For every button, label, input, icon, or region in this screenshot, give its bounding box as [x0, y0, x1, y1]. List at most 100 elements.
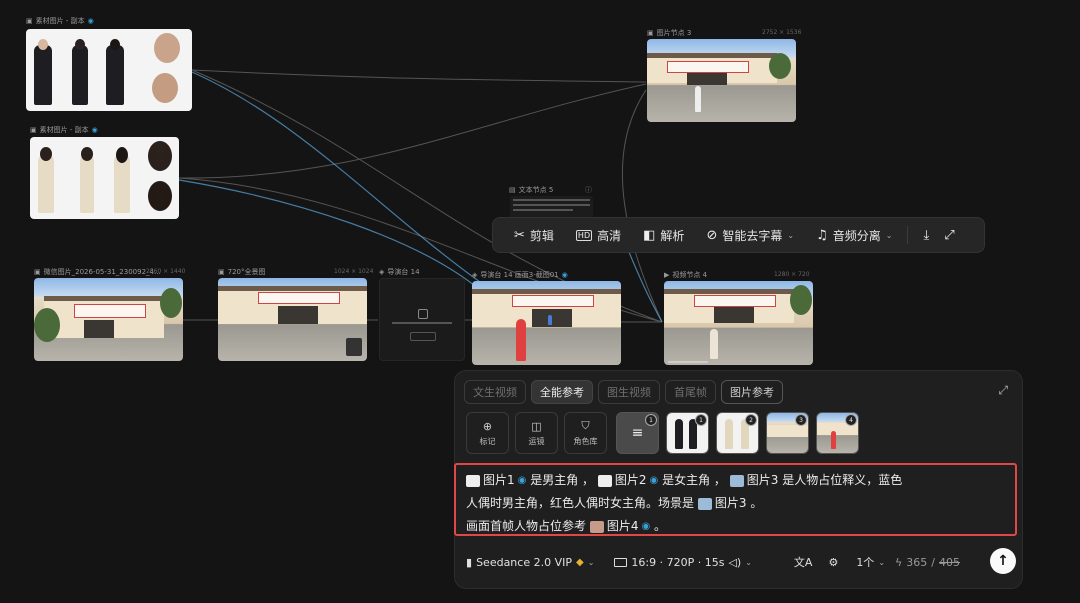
toolbar-divider: [907, 226, 909, 244]
verified-icon: ◉: [641, 521, 651, 532]
panorama-preview[interactable]: [218, 278, 367, 361]
thumb-icon: [729, 474, 744, 487]
model-selector[interactable]: ▮ Seedance 2.0 VIP ◆ ⌄: [466, 556, 594, 569]
female-reference-image[interactable]: [30, 137, 179, 219]
split-square-icon: ◧: [643, 227, 656, 243]
hd-icon: HD: [575, 229, 593, 241]
character-library-button[interactable]: ⛉ 角色库: [564, 412, 607, 454]
node-label-img-node3: ▣ 图片节点 3: [647, 29, 692, 37]
credit-cost: ϟ 365/405: [895, 555, 960, 569]
scissors-icon: ✂: [514, 227, 525, 243]
download-icon: ⤓: [923, 227, 930, 243]
chevron-down-icon: ⌄: [587, 557, 595, 567]
chevron-down-icon: ⌄: [878, 557, 886, 567]
prompt-editor[interactable]: 图片1 ◉ 是男主角 ， 图片2 ◉ 是女主角 ， 图片3 是人物占位释义，蓝色…: [454, 463, 1017, 536]
image-icon: ▣: [26, 17, 33, 25]
prompt-chip-image1[interactable]: 图片1 ◉: [466, 469, 526, 492]
generation-settings-bar: ▮ Seedance 2.0 VIP ◆ ⌄ 16:9 · 720P · 15s…: [466, 551, 1016, 573]
node-dim-panorama: 1024 × 1024: [334, 268, 374, 275]
stage-icon: ◈: [472, 271, 478, 279]
hd-button[interactable]: HD 高清: [565, 218, 632, 252]
audio-split-button[interactable]: ♫ 音频分离 ⌄: [805, 218, 903, 252]
reference-thumb-female[interactable]: 2: [716, 412, 759, 454]
video-spec-selector[interactable]: 16:9 · 720P · 15s ◁) ⌄: [614, 556, 752, 569]
chevron-down-icon: ⌄: [745, 557, 752, 567]
download-button[interactable]: ⤓: [912, 218, 940, 252]
verified-icon: ◉: [561, 271, 568, 279]
node-label-female-ref: ▣ 素材图片 - 副本 ◉: [30, 126, 98, 134]
expand-icon[interactable]: ⤢: [998, 383, 1008, 398]
chevron-down-icon: ⌄: [885, 230, 893, 240]
prompt-chip-image4[interactable]: 图片4 ◉: [589, 515, 651, 538]
verified-icon: ◉: [91, 126, 98, 134]
thumb-icon: [589, 520, 604, 533]
count-selector[interactable]: 1个 ⌄: [856, 554, 885, 570]
cube-icon: [418, 309, 428, 319]
node-label-director14: ◈ 导演台 14: [379, 268, 420, 276]
prompt-chip-image3[interactable]: 图片3: [729, 469, 778, 492]
mark-button[interactable]: ⊕ 标记: [466, 412, 509, 454]
reference-thumbnails: ≡ 1 1 2 3 4: [616, 412, 859, 454]
node-label-panorama: ▣ 720°全景图: [218, 268, 266, 276]
reference-thumb-text[interactable]: ≡ 1: [616, 412, 659, 454]
tab-omni-reference[interactable]: 全能参考: [531, 380, 593, 404]
speaker-icon: ◁): [728, 555, 742, 569]
image-node3-preview[interactable]: [647, 39, 796, 122]
settings-sliders-button[interactable]: ⚙: [828, 556, 838, 569]
node-dim-img-node3: 2752 × 1536: [762, 29, 802, 36]
fullscreen-button[interactable]: ⤢: [940, 218, 958, 252]
node-label-male-ref: ▣ 素材图片 - 副本 ◉: [26, 17, 94, 25]
analyze-button[interactable]: ◧ 解析: [632, 218, 695, 252]
thumb-icon: [697, 497, 712, 510]
aspect-ratio-icon: [614, 557, 628, 567]
tab-text-to-video[interactable]: 文生视频: [464, 380, 526, 404]
stage-icon: ◈: [379, 268, 385, 276]
director14-preview[interactable]: [379, 278, 465, 361]
mode-tabs: 文生视频 全能参考 图生视频 首尾帧 图片参考: [464, 380, 783, 404]
node-label-text-node5: ▤ 文本节点 5: [509, 186, 554, 194]
male-reference-image[interactable]: [26, 29, 192, 111]
arrow-up-icon: ↑: [997, 553, 1009, 569]
camera-move-button[interactable]: ◫ 运镜: [515, 412, 558, 454]
tool-buttons: ⊕ 标记 ◫ 运镜 ⛉ 角色库: [466, 412, 607, 454]
generate-submit-button[interactable]: ↑: [990, 548, 1016, 574]
info-icon: ⓘ: [585, 186, 592, 194]
prompt-chip-image2[interactable]: 图片2 ◉: [597, 469, 658, 492]
tab-image-to-video[interactable]: 图生视频: [598, 380, 660, 404]
remove-subtitles-button[interactable]: ⊘ 智能去字幕 ⌄: [695, 218, 805, 252]
wechat-image-preview[interactable]: [34, 278, 183, 361]
play-icon: ▶: [664, 271, 670, 279]
media-toolbar: ✂ 剪辑 HD 高清 ◧ 解析 ⊘ 智能去字幕 ⌄ ♫ 音频分离 ⌄ ⤓ ⤢: [492, 217, 985, 253]
video-node4-preview[interactable]: [664, 281, 813, 365]
thumb-icon: [597, 474, 612, 487]
sliders-icon: ⚙: [828, 555, 839, 569]
node-dim-wechat-img: 2560 × 1440: [146, 268, 186, 275]
tab-image-reference[interactable]: 图片参考: [721, 380, 783, 404]
cut-button[interactable]: ✂ 剪辑: [503, 218, 565, 252]
node-label-director-shot: ◈ 导演台 14 画面3-截图01 ◉: [472, 271, 568, 279]
expand-icon: ⤢: [944, 227, 955, 243]
translate-icon: 文A: [793, 556, 813, 569]
bar-chart-icon: ▮: [466, 555, 473, 569]
verified-icon: ◉: [87, 17, 94, 25]
verified-icon: ◉: [517, 475, 527, 486]
director-shot-preview[interactable]: [472, 281, 621, 365]
text-lines-icon: ≡: [631, 425, 644, 441]
video-progress-bar[interactable]: [668, 361, 708, 363]
thumb-icon: [466, 474, 480, 487]
chevron-down-icon: ⌄: [787, 230, 795, 240]
node-label-video-node4: ▶ 视频节点 4: [664, 271, 708, 279]
translate-button[interactable]: 文A: [794, 554, 813, 570]
text-icon: ▤: [509, 186, 516, 194]
vip-gem-icon: ◆: [575, 556, 584, 568]
pin-plus-icon: ⊕: [482, 419, 493, 433]
tab-first-last-frame[interactable]: 首尾帧: [665, 380, 716, 404]
reference-thumb-scene[interactable]: 3: [766, 412, 809, 454]
reference-thumb-male[interactable]: 1: [666, 412, 709, 454]
eraser-icon: ⊘: [706, 227, 718, 243]
node-label-wechat-img: ▣ 微信图片_2026-05-31_230092_4...: [34, 268, 161, 276]
lightning-icon: ϟ: [895, 555, 903, 569]
image-icon: ▣: [30, 126, 37, 134]
reference-thumb-placeholder[interactable]: 4: [816, 412, 859, 454]
prompt-chip-image3-scene[interactable]: 图片3: [697, 492, 746, 515]
